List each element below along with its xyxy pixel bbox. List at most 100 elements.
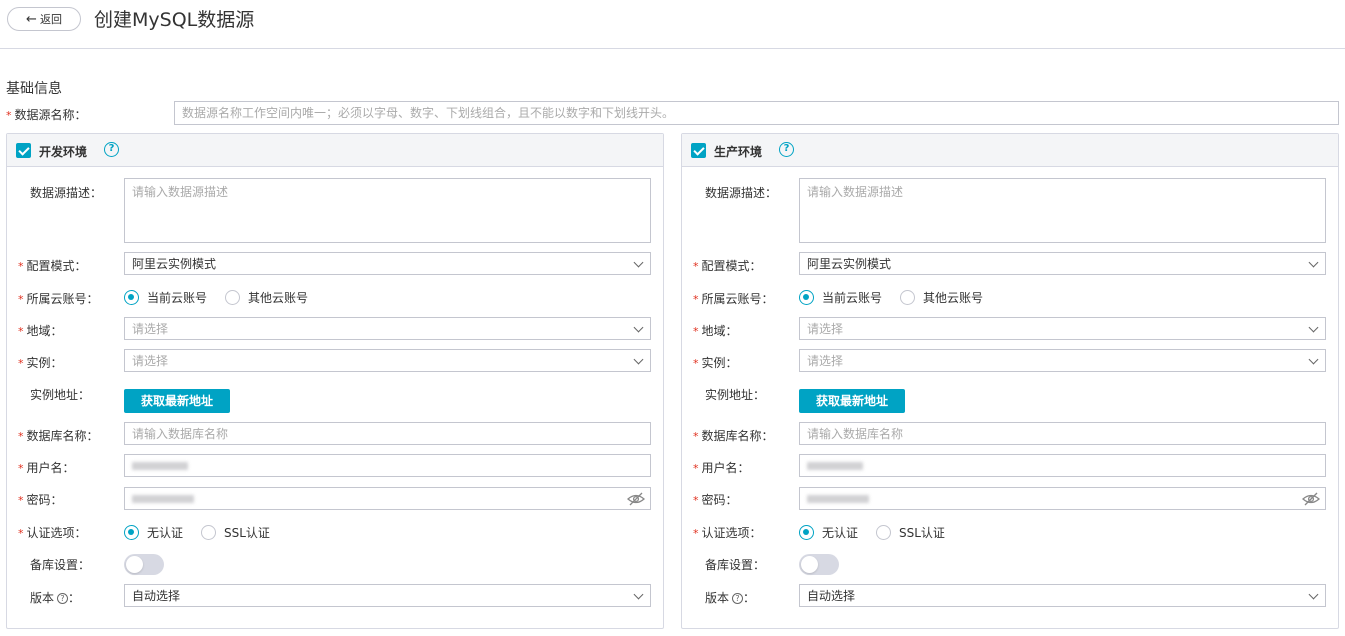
prod-region-label: * 地域： [693,324,738,338]
prod-environment-panel: 生产环境 ? 数据源描述： 请输入数据源描述 * 配置模式： 阿里云实例模式 * 所… [681,133,1339,629]
prod-instance-label: * 实例： [693,356,738,370]
radio-checked-icon[interactable] [799,525,814,540]
dev-mode-label: * 配置模式： [18,259,87,273]
prod-account-label: * 所属云账号： [693,292,774,306]
prod-version-label: 版本?： [705,591,756,605]
dev-version-label: 版本?： [30,591,81,605]
masked-username [132,461,188,470]
prod-version-select[interactable]: 自动选择 [799,584,1326,607]
dev-instance-select[interactable]: 请选择 [124,349,651,372]
dev-pwd-input[interactable] [124,487,651,510]
dev-instance-label: * 实例： [18,356,63,370]
help-icon[interactable]: ? [732,593,744,604]
dev-auth-none-option[interactable]: 无认证 [124,524,183,541]
chevron-down-icon [1308,589,1319,600]
prod-account-radio-group: 当前云账号 其他云账号 [799,289,1001,306]
prod-desc-label: 数据源描述： [705,186,778,200]
dev-mode-select[interactable]: 阿里云实例模式 [124,252,651,275]
dev-version-select[interactable]: 自动选择 [124,584,651,607]
radio-checked-icon[interactable] [124,290,139,305]
dev-backup-toggle[interactable] [124,554,164,575]
dev-panel-title: 开发环境 [39,145,88,159]
dev-auth-label: * 认证选项： [18,526,87,540]
radio-unchecked-icon[interactable] [201,525,217,540]
prod-environment-checkbox[interactable] [691,143,706,158]
dev-account-other-option[interactable]: 其他云账号 [225,289,308,306]
dev-account-label: * 所属云账号： [18,292,99,306]
section-title-basic: 基础信息 [6,81,62,97]
dev-auth-ssl-option[interactable]: SSL认证 [201,524,270,541]
prod-desc-textarea[interactable]: 请输入数据源描述 [799,178,1326,243]
prod-user-label: * 用户名： [693,461,750,475]
prod-account-current-option[interactable]: 当前云账号 [799,289,882,306]
prod-backup-toggle[interactable] [799,554,839,575]
prod-fetch-address-button[interactable]: 获取最新地址 [799,389,905,413]
chevron-down-icon [1308,354,1319,365]
dev-desc-label: 数据源描述： [30,186,103,200]
dev-backup-label: 备库设置： [30,558,91,572]
chevron-down-icon [633,354,644,365]
prod-panel-title: 生产环境 [714,145,763,159]
help-icon[interactable]: ? [779,142,794,157]
prod-account-other-option[interactable]: 其他云账号 [900,289,983,306]
dev-db-label: * 数据库名称： [18,429,99,443]
prod-pwd-input[interactable] [799,487,1326,510]
prod-mode-select[interactable]: 阿里云实例模式 [799,252,1326,275]
prod-auth-ssl-option[interactable]: SSL认证 [876,524,945,541]
help-icon[interactable]: ? [104,142,119,157]
arrow-left-icon: ← [26,11,37,27]
eye-off-icon[interactable] [1302,491,1320,507]
help-icon[interactable]: ? [57,593,69,604]
back-button[interactable]: ← 返回 [7,7,81,31]
prod-backup-label: 备库设置： [705,558,766,572]
chevron-down-icon [633,257,644,268]
prod-region-select[interactable]: 请选择 [799,317,1326,340]
dev-db-input[interactable]: 请输入数据库名称 [124,422,651,445]
prod-instance-select[interactable]: 请选择 [799,349,1326,372]
prod-panel-header: 生产环境 ? [682,134,1338,167]
dev-user-label: * 用户名： [18,461,75,475]
dev-auth-radio-group: 无认证 SSL认证 [124,524,288,541]
dev-user-input[interactable] [124,454,651,477]
dev-account-radio-group: 当前云账号 其他云账号 [124,289,326,306]
prod-auth-none-option[interactable]: 无认证 [799,524,858,541]
dev-region-label: * 地域： [18,324,63,338]
page-title: 创建MySQL数据源 [94,9,255,31]
dev-region-select[interactable]: 请选择 [124,317,651,340]
prod-mode-label: * 配置模式： [693,259,762,273]
prod-pwd-label: * 密码： [693,493,738,507]
datasource-name-input[interactable] [174,101,1339,125]
prod-auth-radio-group: 无认证 SSL认证 [799,524,963,541]
dev-panel-header: 开发环境 ? [7,134,663,167]
radio-checked-icon[interactable] [799,290,814,305]
prod-mode-value: 阿里云实例模式 [807,257,892,271]
chevron-down-icon [633,322,644,333]
dev-address-label: 实例地址： [30,388,91,402]
prod-db-label: * 数据库名称： [693,429,774,443]
chevron-down-icon [1308,322,1319,333]
masked-username [807,461,863,470]
dev-fetch-address-button[interactable]: 获取最新地址 [124,389,230,413]
prod-user-input[interactable] [799,454,1326,477]
eye-off-icon[interactable] [627,491,645,507]
required-mark: * [6,109,12,122]
radio-unchecked-icon[interactable] [876,525,892,540]
dev-mode-value: 阿里云实例模式 [132,257,217,271]
radio-unchecked-icon[interactable] [225,290,241,305]
radio-unchecked-icon[interactable] [900,290,916,305]
dev-account-current-option[interactable]: 当前云账号 [124,289,207,306]
dev-environment-checkbox[interactable] [16,143,31,158]
chevron-down-icon [1308,257,1319,268]
prod-db-input[interactable]: 请输入数据库名称 [799,422,1326,445]
dev-desc-textarea[interactable]: 请输入数据源描述 [124,178,651,243]
datasource-name-label: * 数据源名称： [6,108,87,122]
dev-pwd-label: * 密码： [18,493,63,507]
chevron-down-icon [633,589,644,600]
back-button-label: 返回 [39,13,62,26]
radio-checked-icon[interactable] [124,525,139,540]
masked-password [807,494,869,503]
prod-address-label: 实例地址： [705,388,766,402]
prod-auth-label: * 认证选项： [693,526,762,540]
masked-password [132,494,194,503]
dev-environment-panel: 开发环境 ? 数据源描述： 请输入数据源描述 * 配置模式： 阿里云实例模式 * 所… [6,133,664,629]
